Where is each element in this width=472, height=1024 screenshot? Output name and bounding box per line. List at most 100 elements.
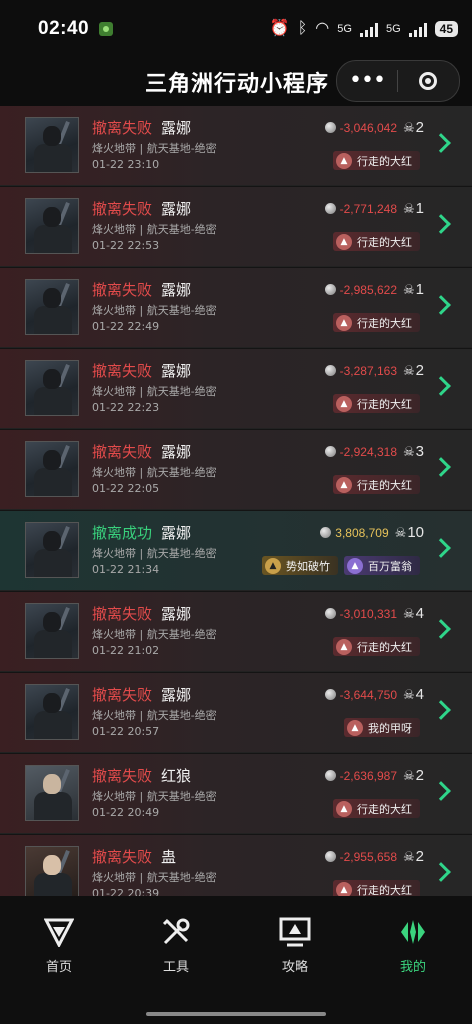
achievement-badge: ▲ 行走的大红 [333,637,420,656]
chevron-right-icon[interactable] [431,700,451,720]
match-record-row[interactable]: 撤离失败 露娜 烽火地带 | 航天基地-绝密 01-22 22:23 -3,287,16… [0,349,472,429]
match-record-row[interactable]: 撤离失败 露娜 烽火地带 | 航天基地-绝密 01-22 22:05 -2,924,31… [0,430,472,510]
tab-tools[interactable]: 工具 [136,914,216,975]
operator-name: 露娜 [161,119,192,137]
tab-label: 工具 [162,960,189,975]
match-record-row[interactable]: 撤离失败 露娜 烽火地带 | 航天基地-绝密 01-22 22:53 -2,771,24… [0,187,472,267]
chevron-right-icon[interactable] [431,214,451,234]
operator-avatar [25,765,79,821]
close-miniprogram-button[interactable] [398,72,458,90]
coin-icon [324,608,336,619]
status-icons: ⏰ ᛒ ◠ 5G 5G 45 [270,21,472,37]
bluetooth-icon: ᛒ [297,20,308,37]
page-title: 三角洲行动小程序 [145,72,330,97]
match-record-row[interactable]: 撤离成功 露娜 烽火地带 | 航天基地-绝密 01-22 21:34 3,808,709… [0,511,472,591]
signal-icon-1 [359,21,378,37]
chevron-right-icon[interactable] [431,376,451,396]
profile-icon [373,914,453,950]
operator-avatar [25,846,79,896]
chevron-right-icon[interactable] [431,457,451,477]
skull-icon: ☠ [403,200,415,216]
match-record-row[interactable]: 撤离失败 露娜 烽火地带 | 航天基地-绝密 01-22 20:57 -3,644,75… [0,673,472,753]
chevron-right-icon[interactable] [431,133,451,153]
skull-icon: ☠ [403,362,415,378]
badge-icon: ▲ [336,800,352,817]
coin-icon [324,689,336,700]
badge-label: 行走的大红 [357,397,412,411]
extraction-result: 撤离失败 [92,362,153,380]
skull-icon: ☠ [403,605,415,621]
match-record-list[interactable]: 撤离失败 露娜 烽火地带 | 航天基地-绝密 01-22 23:10 -3,046,04… [0,106,472,896]
operator-avatar [25,279,79,335]
tab-label: 我的 [399,960,426,975]
value-change: -2,985,622 ☠ 1 [324,281,424,298]
chevron-right-icon[interactable] [431,538,451,558]
miniprogram-capsule: ••• [336,60,460,102]
badge-icon: ▲ [336,881,352,896]
tab-guide[interactable]: 攻略 [255,914,335,975]
kill-count: 1 [415,200,424,217]
match-time: 01-22 21:02 [92,644,160,657]
match-time: 01-22 20:39 [92,887,160,896]
badge-icon: ▲ [336,395,352,412]
chevron-right-icon[interactable] [431,619,451,639]
match-time: 01-22 20:57 [92,725,160,738]
tab-profile[interactable]: 我的 [373,914,453,975]
kill-count: 2 [415,119,424,136]
extraction-result: 撤离成功 [92,524,153,542]
kill-count: 4 [415,605,424,622]
target-icon [419,72,437,90]
mode-map: 烽火地带 | 航天基地-绝密 [92,871,217,884]
mode-map: 烽火地带 | 航天基地-绝密 [92,304,217,317]
status-bar: 02:40 ⏰ ᛒ ◠ 5G 5G 45 [0,0,472,58]
badge-label: 行走的大红 [357,883,412,897]
value-amount: -2,924,318 [339,444,397,459]
value-amount: 3,808,709 [335,525,389,540]
extraction-result: 撤离失败 [92,848,153,866]
chevron-right-icon[interactable] [431,862,451,882]
match-record-row[interactable]: 撤离失败 露娜 烽火地带 | 航天基地-绝密 01-22 23:10 -3,046,04… [0,106,472,186]
kill-count: 10 [407,524,424,541]
value-amount: -2,636,987 [339,768,397,783]
coin-icon [324,365,336,376]
value-amount: -2,985,622 [339,282,397,297]
signal-icon-2 [408,21,427,37]
kill-count: 2 [415,848,424,865]
badge-icon: ▲ [336,476,352,493]
extraction-result: 撤离失败 [92,767,153,785]
operator-avatar [25,117,79,173]
more-options-icon[interactable]: ••• [337,61,397,101]
tab-home[interactable]: 首页 [19,914,99,975]
badge-label: 行走的大红 [357,802,412,816]
mode-map: 烽火地带 | 航天基地-绝密 [92,628,217,641]
coin-icon [324,770,336,781]
guide-monitor-icon [255,914,335,950]
badge-icon: ▲ [336,314,352,331]
operator-name: 露娜 [161,443,192,461]
kill-count: 3 [415,443,424,460]
mode-map: 烽火地带 | 航天基地-绝密 [92,466,217,479]
operator-name: 露娜 [161,524,192,542]
match-time: 01-22 22:05 [92,482,160,495]
match-time: 01-22 23:10 [92,158,160,171]
wifi-icon: ◠ [315,20,330,37]
operator-avatar [25,441,79,497]
match-time: 01-22 22:53 [92,239,160,252]
value-change: -3,046,042 ☠ 2 [324,119,424,136]
chevron-right-icon[interactable] [431,295,451,315]
home-indicator[interactable] [146,1012,326,1016]
match-record-row[interactable]: 撤离失败 红狼 烽火地带 | 航天基地-绝密 01-22 20:49 -2,636,98… [0,754,472,834]
alarm-icon: ⏰ [269,20,290,37]
operator-name: 露娜 [161,200,192,218]
match-record-row[interactable]: 撤离失败蛊烽火地带 | 航天基地-绝密 01-22 20:39 -2,955,658… [0,835,472,896]
value-amount: -3,644,750 [339,687,397,702]
status-time: 02:40 [38,18,90,39]
match-record-row[interactable]: 撤离失败 露娜 烽火地带 | 航天基地-绝密 01-22 21:02 -3,010,33… [0,592,472,672]
operator-name: 露娜 [161,362,192,380]
badge-label: 行走的大红 [357,316,412,330]
value-change: -3,010,331 ☠ 4 [324,605,424,622]
badge-label: 势如破竹 [286,559,330,573]
match-record-row[interactable]: 撤离失败 露娜 烽火地带 | 航天基地-绝密 01-22 22:49 -2,985,62… [0,268,472,348]
badge-icon: ▲ [347,557,363,574]
chevron-right-icon[interactable] [431,781,451,801]
